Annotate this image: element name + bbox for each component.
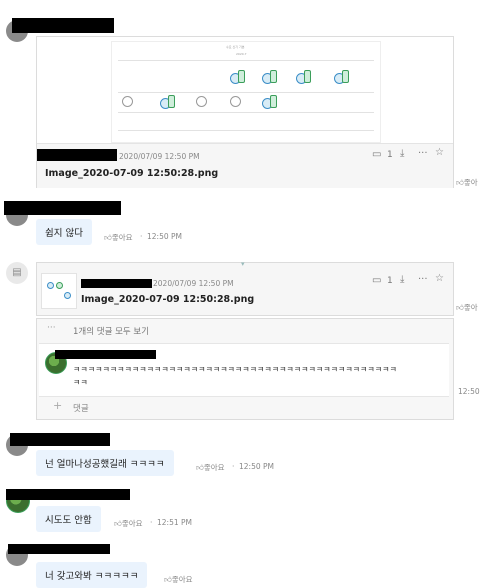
dot-separator: · xyxy=(232,462,235,471)
thread-more-icon: ··· xyxy=(47,323,56,333)
message-time: 12:50 PM xyxy=(239,462,274,471)
message-time: 12:51 PM xyxy=(157,518,192,527)
sender-name-redacted xyxy=(12,18,114,33)
thumbs-up-icon: 👍︎ xyxy=(456,303,464,312)
star-icon[interactable]: ☆ xyxy=(435,273,444,284)
sticker-icon xyxy=(168,95,175,108)
comment-input[interactable]: 댓글 xyxy=(73,402,89,414)
sticker-icon xyxy=(238,70,245,83)
view-all-comments-link[interactable]: 1개의 댓글 모두 보기 xyxy=(73,325,149,337)
thumbs-up-icon: 👍︎ xyxy=(104,233,112,242)
sender-name-redacted xyxy=(6,489,130,500)
thread-panel: ··· 1개의 댓글 모두 보기 ㅋㅋㅋㅋㅋㅋㅋㅋㅋㅋㅋㅋㅋㅋㅋㅋㅋㅋㅋㅋㅋㅋㅋ… xyxy=(36,318,454,420)
message-bubble: 너 갖고와봐 ㅋㅋㅋㅋㅋ xyxy=(36,562,148,588)
sticker-icon xyxy=(342,70,349,83)
like-button[interactable]: 👍︎좋아요 xyxy=(196,462,225,473)
dot-separator: · xyxy=(140,232,143,241)
attachment-meta: 2020/07/09 12:50 PM xyxy=(153,279,234,288)
dot-separator: · xyxy=(150,518,153,527)
sticker-icon xyxy=(270,95,277,108)
sticker-icon xyxy=(304,70,311,83)
attachment-thumbnail[interactable] xyxy=(41,273,77,309)
uploader-name-redacted xyxy=(37,149,117,161)
preview-month: 2020.7 xyxy=(236,52,247,56)
more-icon[interactable]: ··· xyxy=(418,148,428,159)
thumbs-up-icon: 👍︎ xyxy=(114,519,122,528)
attachment-meta: 2020/07/09 12:50 PM xyxy=(119,152,200,161)
reply-text: ㅋㅋㅋㅋㅋㅋㅋㅋㅋㅋㅋㅋㅋㅋㅋㅋㅋㅋㅋㅋㅋㅋㅋㅋㅋㅋㅋㅋㅋㅋㅋㅋㅋㅋㅋㅋㅋㅋㅋㅋ… xyxy=(73,365,397,387)
attachment-filename[interactable]: Image_2020-07-09 12:50:28.png xyxy=(81,294,254,305)
sender-name-redacted xyxy=(4,201,121,215)
download-icon[interactable]: ⤓ xyxy=(400,148,404,159)
like-button[interactable]: 👍︎좋아 xyxy=(456,302,478,313)
message-bubble: 시도도 안함 xyxy=(36,506,101,532)
like-button[interactable]: 👍︎좋아 xyxy=(456,177,478,188)
thumbs-up-icon: 👍︎ xyxy=(196,463,204,472)
shared-attachment-card[interactable]: ▾ 2020/07/09 12:50 PM Image_2020-07-09 1… xyxy=(36,260,454,316)
like-button[interactable]: 👍︎좋아요 xyxy=(104,232,133,243)
collapse-caret-icon[interactable]: ▾ xyxy=(241,260,245,268)
star-icon[interactable]: ☆ xyxy=(435,147,444,158)
more-icon[interactable]: ··· xyxy=(418,274,428,285)
image-preview[interactable]: 수요 신기 기본 2020.7 xyxy=(111,41,381,143)
reply-time: 12:50 I xyxy=(458,387,480,396)
sender-name-redacted xyxy=(10,433,110,446)
comment-icon[interactable]: ▭ xyxy=(372,149,381,160)
attachment-filename[interactable]: Image_2020-07-09 12:50:28.png xyxy=(45,168,218,179)
message-bubble: 넌 얼마나성공했길래 ㅋㅋㅋㅋ xyxy=(36,450,174,476)
comment-count: 1 xyxy=(387,150,393,160)
message-time: 12:50 PM xyxy=(147,232,182,241)
face-icon xyxy=(230,96,241,107)
attachment-card[interactable]: 수요 신기 기본 2020.7 2020/07/09 12:50 PM Imag… xyxy=(36,36,454,188)
face-icon xyxy=(196,96,207,107)
comment-count: 1 xyxy=(387,276,393,286)
comment-icon[interactable]: ▭ xyxy=(372,275,381,286)
message-bubble: 쉽지 않다 xyxy=(36,219,92,245)
add-comment-icon[interactable]: + xyxy=(53,399,62,412)
chat-icon: ▤ xyxy=(6,262,28,284)
thumbs-up-icon: 👍︎ xyxy=(164,575,172,584)
like-button[interactable]: 👍︎좋아요 xyxy=(114,518,143,529)
like-button[interactable]: 👍︎좋아요 xyxy=(164,574,193,585)
sticker-icon xyxy=(270,70,277,83)
face-icon xyxy=(122,96,133,107)
download-icon[interactable]: ⤓ xyxy=(400,274,404,285)
uploader-name-redacted xyxy=(81,279,152,288)
sender-name-redacted xyxy=(8,544,110,554)
preview-title: 수요 신기 기본 xyxy=(226,45,245,49)
reply-author-redacted xyxy=(55,350,156,359)
thumbs-up-icon: 👍︎ xyxy=(456,178,464,187)
